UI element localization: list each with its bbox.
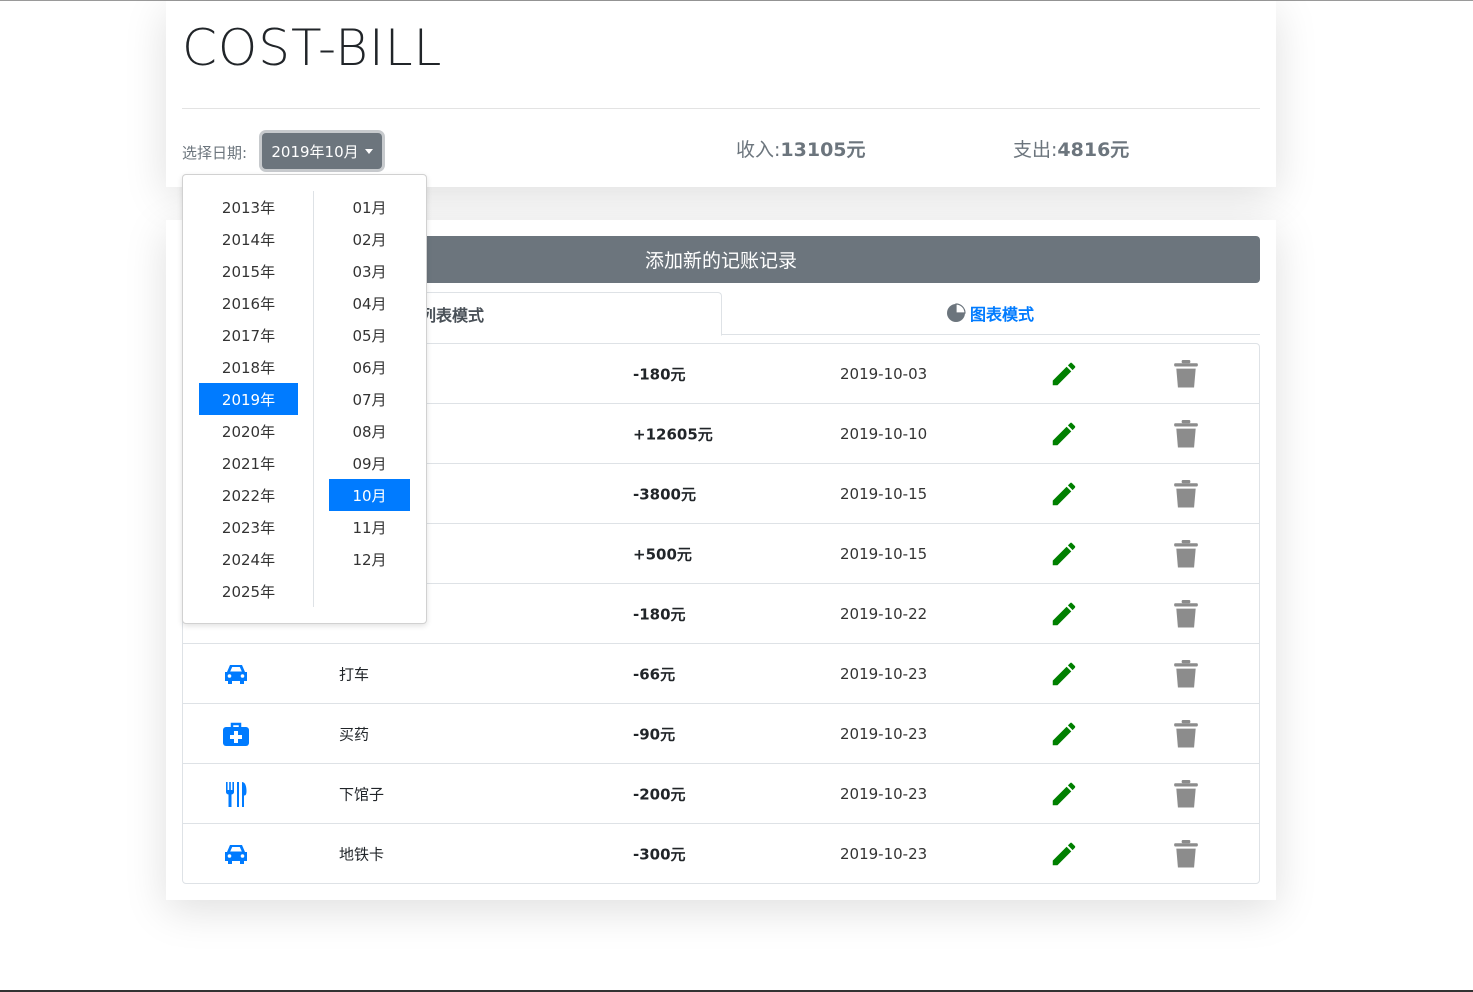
table-row: 下馆子 -200元 2019-10-23 xyxy=(183,764,1259,824)
record-date: 2019-10-22 xyxy=(840,604,928,623)
trash-icon[interactable] xyxy=(1173,839,1199,868)
record-price: -200元 xyxy=(633,785,686,803)
record-price: +12605元 xyxy=(633,425,713,443)
edit-icon[interactable] xyxy=(1049,359,1079,389)
trash-icon[interactable] xyxy=(1173,779,1199,808)
outcome-value: 4816元 xyxy=(1057,139,1130,161)
month-option[interactable]: 11月 xyxy=(329,511,410,543)
outcome-label: 支出: xyxy=(1013,139,1058,161)
record-price: -3800元 xyxy=(633,485,696,503)
record-price: -90元 xyxy=(633,725,676,743)
year-option[interactable]: 2020年 xyxy=(199,415,298,447)
year-option-selected[interactable]: 2019年 xyxy=(199,383,298,415)
outcome-summary: 支出:4816元 xyxy=(1013,135,1129,162)
year-option[interactable]: 2016年 xyxy=(199,287,298,319)
divider xyxy=(182,108,1260,109)
year-option[interactable]: 2024年 xyxy=(199,543,298,575)
year-option[interactable]: 2015年 xyxy=(199,255,298,287)
record-date: 2019-10-15 xyxy=(840,484,928,503)
record-price: +500元 xyxy=(633,545,692,563)
table-row: 买药 -90元 2019-10-23 xyxy=(183,704,1259,764)
year-option[interactable]: 2013年 xyxy=(199,191,298,223)
record-price: -180元 xyxy=(633,365,686,383)
caret-down-icon xyxy=(364,148,373,154)
year-option[interactable]: 2018年 xyxy=(199,351,298,383)
restaurant-icon xyxy=(226,781,247,807)
month-picker-button[interactable]: 2019年10月 xyxy=(262,133,382,169)
record-price: -66元 xyxy=(633,665,676,683)
selected-date: 2019年10月 xyxy=(271,142,359,161)
tab-chart-label: 图表模式 xyxy=(969,305,1034,324)
income-summary: 收入:13105元 xyxy=(736,135,866,162)
edit-icon[interactable] xyxy=(1049,599,1079,629)
month-option[interactable]: 08月 xyxy=(329,415,410,447)
trash-icon[interactable] xyxy=(1173,659,1199,688)
year-option[interactable]: 2014年 xyxy=(199,223,298,255)
trash-icon[interactable] xyxy=(1173,719,1199,748)
header-card: COST-BILL 选择日期: 2019年10月 收入:13105元 支出:48… xyxy=(166,1,1276,187)
year-list: 2013年 2014年 2015年 2016年 2017年 2018年 2019… xyxy=(199,191,298,607)
year-option[interactable]: 2021年 xyxy=(199,447,298,479)
tab-chart-mode[interactable]: 图表模式 xyxy=(720,292,1260,334)
record-title: 下馆子 xyxy=(339,785,385,803)
edit-icon[interactable] xyxy=(1049,479,1079,509)
edit-icon[interactable] xyxy=(1049,839,1079,869)
edit-icon[interactable] xyxy=(1049,659,1079,689)
month-option-selected[interactable]: 10月 xyxy=(329,479,410,511)
car-icon xyxy=(225,664,247,684)
pie-chart-icon xyxy=(946,303,966,322)
record-title: 打车 xyxy=(339,665,370,683)
car-icon xyxy=(225,844,247,864)
income-value: 13105元 xyxy=(780,139,866,161)
income-label: 收入: xyxy=(736,139,781,161)
month-option[interactable]: 07月 xyxy=(329,383,410,415)
trash-icon[interactable] xyxy=(1173,359,1199,388)
year-option[interactable]: 2017年 xyxy=(199,319,298,351)
record-date: 2019-10-23 xyxy=(840,844,928,863)
month-list: 01月 02月 03月 04月 05月 06月 07月 08月 09月 10月 … xyxy=(329,191,410,575)
edit-icon[interactable] xyxy=(1049,779,1079,809)
date-label: 选择日期: xyxy=(182,144,248,162)
record-date: 2019-10-23 xyxy=(840,784,928,803)
trash-icon[interactable] xyxy=(1173,419,1199,448)
record-date: 2019-10-03 xyxy=(840,364,928,383)
table-row: 地铁卡 -300元 2019-10-23 xyxy=(183,824,1259,883)
record-price: -180元 xyxy=(633,605,686,623)
edit-icon[interactable] xyxy=(1049,719,1079,749)
month-option[interactable]: 02月 xyxy=(329,223,410,255)
table-row: 打车 -66元 2019-10-23 xyxy=(183,644,1259,704)
year-option[interactable]: 2025年 xyxy=(199,575,298,607)
month-picker-dropdown: 2013年 2014年 2015年 2016年 2017年 2018年 2019… xyxy=(182,174,427,624)
month-option[interactable]: 06月 xyxy=(329,351,410,383)
year-option[interactable]: 2022年 xyxy=(199,479,298,511)
month-option[interactable]: 09月 xyxy=(329,447,410,479)
tab-list-label: 列表模式 xyxy=(419,306,484,325)
month-option[interactable]: 05月 xyxy=(329,319,410,351)
record-date: 2019-10-15 xyxy=(840,544,928,563)
month-option[interactable]: 12月 xyxy=(329,543,410,575)
year-option[interactable]: 2023年 xyxy=(199,511,298,543)
edit-icon[interactable] xyxy=(1049,539,1079,569)
medkit-icon xyxy=(223,722,249,746)
trash-icon[interactable] xyxy=(1173,479,1199,508)
trash-icon[interactable] xyxy=(1173,599,1199,628)
record-date: 2019-10-10 xyxy=(840,424,928,443)
picker-divider xyxy=(313,191,314,607)
record-title: 地铁卡 xyxy=(339,845,385,863)
edit-icon[interactable] xyxy=(1049,419,1079,449)
app-title: COST-BILL xyxy=(182,19,443,77)
month-option[interactable]: 04月 xyxy=(329,287,410,319)
record-date: 2019-10-23 xyxy=(840,724,928,743)
month-option[interactable]: 01月 xyxy=(329,191,410,223)
record-title: 买药 xyxy=(339,725,370,743)
record-date: 2019-10-23 xyxy=(840,664,928,683)
record-price: -300元 xyxy=(633,845,686,863)
month-option[interactable]: 03月 xyxy=(329,255,410,287)
trash-icon[interactable] xyxy=(1173,539,1199,568)
